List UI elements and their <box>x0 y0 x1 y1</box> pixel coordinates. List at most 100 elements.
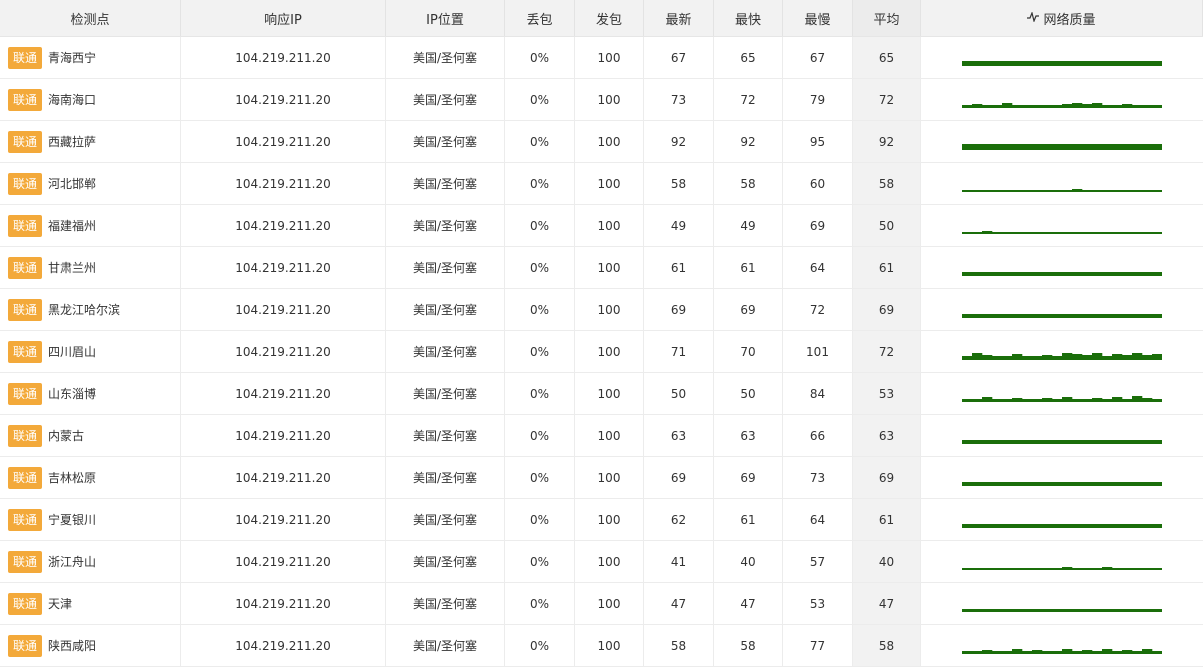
table-row[interactable]: 联通 四川眉山 104.219.211.20 美国/圣何塞 0% 100 71 70 101 72 <box>0 331 1203 373</box>
quality-bar <box>1022 567 1033 570</box>
quality-bar <box>992 481 1003 486</box>
quality-bar <box>982 143 993 150</box>
location-cell: 联通 黑龙江哈尔滨 <box>0 289 181 330</box>
quality-bar <box>1142 271 1153 276</box>
quality-bar <box>1082 313 1093 318</box>
quality-bar <box>1152 104 1162 108</box>
loss-cell: 0% <box>505 415 575 456</box>
header-slowest[interactable]: 最慢 <box>783 0 853 36</box>
quality-bar <box>1072 523 1083 528</box>
table-row[interactable]: 联通 福建福州 104.219.211.20 美国/圣何塞 0% 100 49 49 69 50 <box>0 205 1203 247</box>
fastest-cell: 69 <box>714 457 783 498</box>
quality-bar <box>1072 143 1083 150</box>
quality-bar <box>982 481 993 486</box>
quality-bar <box>1112 104 1123 108</box>
quality-bar <box>1132 567 1143 570</box>
header-fastest[interactable]: 最快 <box>714 0 783 36</box>
quality-bar <box>1122 523 1133 528</box>
table-row[interactable]: 联通 吉林松原 104.219.211.20 美国/圣何塞 0% 100 69 69 73 69 <box>0 457 1203 499</box>
quality-sparkline <box>962 352 1162 360</box>
latest-cell: 58 <box>644 625 714 666</box>
quality-cell <box>921 541 1203 582</box>
quality-bar <box>1092 102 1103 108</box>
sent-cell: 100 <box>575 331 644 372</box>
quality-bar <box>982 230 993 234</box>
quality-sparkline <box>962 523 1162 528</box>
loss-cell: 0% <box>505 499 575 540</box>
table-row[interactable]: 联通 西藏拉萨 104.219.211.20 美国/圣何塞 0% 100 92 92 95 92 <box>0 121 1203 163</box>
ip-location-cell: 美国/圣何塞 <box>386 205 505 246</box>
quality-bar <box>972 231 983 234</box>
table-row[interactable]: 联通 青海西宁 104.219.211.20 美国/圣何塞 0% 100 67 65 67 65 <box>0 37 1203 79</box>
average-cell: 47 <box>853 583 921 624</box>
quality-bar <box>1072 271 1083 276</box>
header-quality[interactable]: 网络质量 <box>921 0 1203 36</box>
quality-bar <box>1032 649 1043 654</box>
quality-bar <box>1012 60 1023 66</box>
quality-bar <box>992 104 1003 108</box>
header-average[interactable]: 平均 <box>853 0 921 36</box>
average-cell: 65 <box>853 37 921 78</box>
quality-bar <box>992 271 1003 276</box>
slowest-cell: 72 <box>783 289 853 330</box>
quality-bar <box>1012 271 1023 276</box>
loss-cell: 0% <box>505 373 575 414</box>
quality-bar <box>1062 439 1073 444</box>
header-ip[interactable]: 响应IP <box>181 0 386 36</box>
quality-bar <box>1092 523 1103 528</box>
table-row[interactable]: 联通 黑龙江哈尔滨 104.219.211.20 美国/圣何塞 0% 100 69 69 72 6… <box>0 289 1203 331</box>
quality-bar <box>992 439 1003 444</box>
header-loss[interactable]: 丢包 <box>505 0 575 36</box>
quality-bar <box>992 398 1003 402</box>
loss-cell: 0% <box>505 541 575 582</box>
quality-bar <box>1012 439 1023 444</box>
quality-bar <box>1132 104 1143 108</box>
header-sent[interactable]: 发包 <box>575 0 644 36</box>
quality-bar <box>1032 313 1043 318</box>
isp-badge: 联通 <box>8 424 43 447</box>
quality-bar <box>1152 523 1162 528</box>
table-row[interactable]: 联通 浙江舟山 104.219.211.20 美国/圣何塞 0% 100 41 40 57 40 <box>0 541 1203 583</box>
sent-cell: 100 <box>575 121 644 162</box>
average-cell: 72 <box>853 79 921 120</box>
quality-bar <box>962 60 973 66</box>
quality-bar <box>1142 143 1153 150</box>
location-name: 海南海口 <box>48 93 97 107</box>
quality-bar <box>1112 608 1123 612</box>
quality-bar <box>1042 567 1053 570</box>
average-cell: 61 <box>853 247 921 288</box>
quality-bar <box>1002 189 1013 192</box>
quality-bar <box>1132 439 1143 444</box>
table-row[interactable]: 联通 宁夏银川 104.219.211.20 美国/圣何塞 0% 100 62 61 64 61 <box>0 499 1203 541</box>
quality-bar <box>1142 608 1153 612</box>
table-row[interactable]: 联通 海南海口 104.219.211.20 美国/圣何塞 0% 100 73 72 79 72 <box>0 79 1203 121</box>
table-row[interactable]: 联通 甘肃兰州 104.219.211.20 美国/圣何塞 0% 100 61 61 64 61 <box>0 247 1203 289</box>
average-cell: 58 <box>853 163 921 204</box>
header-ip-location[interactable]: IP位置 <box>386 0 505 36</box>
quality-bar <box>1072 481 1083 486</box>
quality-bar <box>1032 271 1043 276</box>
header-location[interactable]: 检测点 <box>0 0 181 36</box>
header-latest[interactable]: 最新 <box>644 0 714 36</box>
quality-bar <box>1042 439 1053 444</box>
table-row[interactable]: 联通 内蒙古 104.219.211.20 美国/圣何塞 0% 100 63 63 66 63 <box>0 415 1203 457</box>
quality-bar <box>1112 60 1123 66</box>
quality-bar <box>972 271 983 276</box>
quality-bar <box>1102 231 1113 234</box>
table-row[interactable]: 联通 河北邯郸 104.219.211.20 美国/圣何塞 0% 100 58 58 60 58 <box>0 163 1203 205</box>
table-row[interactable]: 联通 天津 104.219.211.20 美国/圣何塞 0% 100 47 47 53 47 <box>0 583 1203 625</box>
location-name: 河北邯郸 <box>48 177 97 191</box>
quality-bar <box>1012 567 1023 570</box>
quality-bar <box>1052 189 1063 192</box>
average-cell: 50 <box>853 205 921 246</box>
quality-bar <box>1132 481 1143 486</box>
quality-bar <box>1112 313 1123 318</box>
quality-bar <box>1052 650 1063 654</box>
quality-bar <box>1122 567 1133 570</box>
table-row[interactable]: 联通 山东淄博 104.219.211.20 美国/圣何塞 0% 100 50 50 84 53 <box>0 373 1203 415</box>
quality-sparkline <box>962 230 1162 234</box>
quality-bar <box>1002 355 1013 360</box>
quality-bar <box>1122 481 1133 486</box>
location-name: 黑龙江哈尔滨 <box>48 303 121 317</box>
latest-cell: 71 <box>644 331 714 372</box>
